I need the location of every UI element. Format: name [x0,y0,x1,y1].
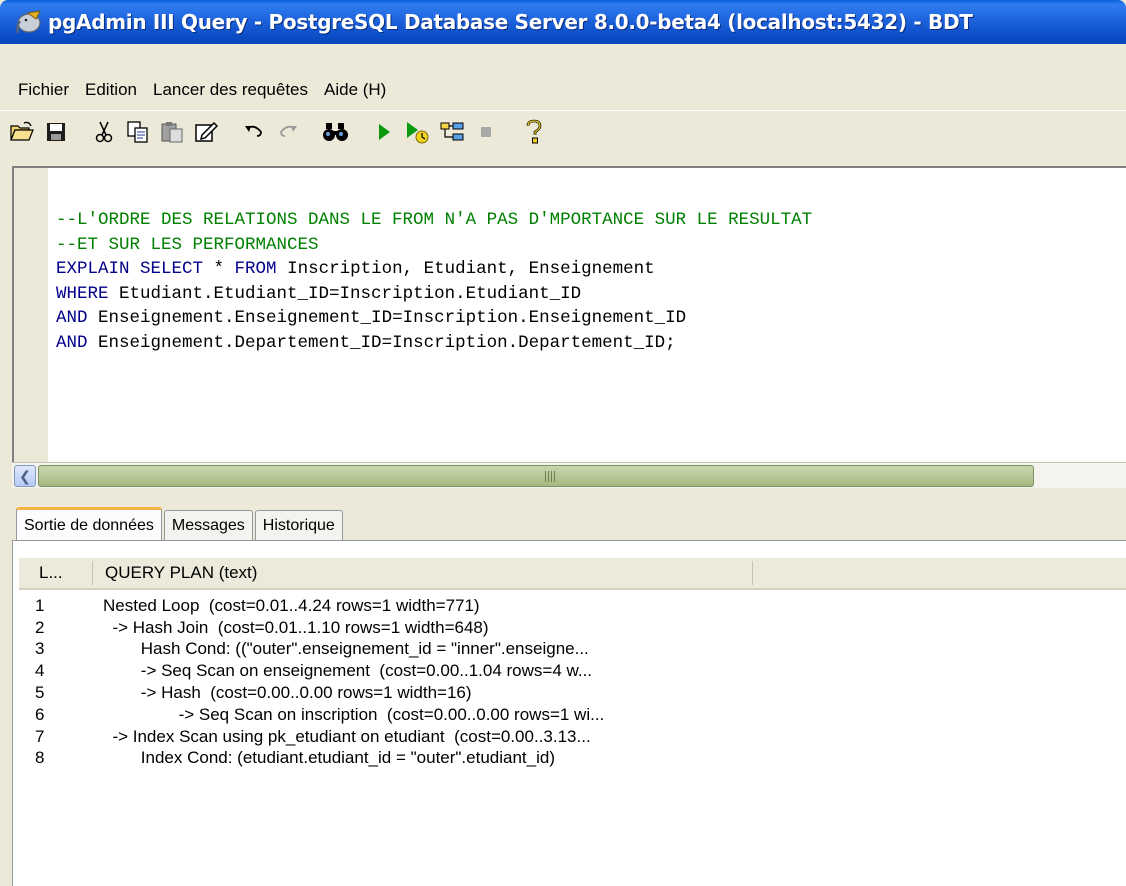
sql-keyword: FROM [234,259,277,279]
redo-icon[interactable] [274,118,302,146]
open-icon[interactable] [8,118,36,146]
row-number: 6 [35,704,45,724]
sql-editor[interactable]: --L'ORDRE DES RELATIONS DANS LE FROM N'A… [12,166,1126,462]
sql-text: Enseignement.Enseignement_ID=Inscription… [87,308,687,328]
row-number: 5 [35,683,45,703]
menu-aide[interactable]: Aide (H) [316,80,394,100]
result-rows: 1 Nested Loop (cost=0.01..4.24 rows=1 wid… [13,595,1126,769]
sql-text: Enseignement.Departement_ID=Inscription.… [87,332,676,353]
cut-icon[interactable] [90,118,118,146]
explain-icon[interactable] [404,118,432,146]
copy-icon[interactable] [124,118,152,146]
row-number: 7 [35,726,45,746]
sql-keyword: AND [56,332,88,353]
menu-edition[interactable]: Edition [77,80,145,100]
find-icon[interactable] [322,118,350,146]
menu-bar: Fichier Edition Lancer des requêtes Aide… [0,44,1126,108]
query-plan-cell: Hash Cond: (("outer".enseignement_id = "… [103,639,589,659]
code-line[interactable]: WHERE Etudiant.Etudiant_ID=Inscription.E… [56,282,812,307]
code-line[interactable]: AND Enseignement.Departement_ID=Inscript… [56,331,812,356]
query-plan-cell: -> Index Scan using pk_etudiant on etudi… [103,726,591,746]
execute-icon[interactable] [370,118,398,146]
help-icon[interactable] [520,118,548,146]
sql-keyword: WHERE [56,283,109,304]
tab-sortie-de-donnees[interactable]: Sortie de données [16,507,162,541]
menu-lancer-requetes[interactable]: Lancer des requêtes [145,80,316,100]
code-line[interactable]: --L'ORDRE DES RELATIONS DANS LE FROM N'A… [56,208,812,233]
window-title: pgAdmin III Query - PostgreSQL Database … [48,10,973,34]
sql-text: * [203,259,235,279]
edit-icon[interactable] [192,118,220,146]
undo-icon[interactable] [240,118,268,146]
code-line[interactable]: AND Enseignement.Enseignement_ID=Inscrip… [56,306,812,331]
scroll-left-arrow-icon[interactable]: ❮ [14,465,36,487]
tab-messages[interactable]: Messages [163,510,253,540]
query-plan-cell: -> Seq Scan on inscription (cost=0.00..0… [103,704,605,724]
sql-keyword: EXPLAIN SELECT [56,259,204,279]
table-row[interactable]: 1 Nested Loop (cost=0.01..4.24 rows=1 wid… [13,595,1126,617]
table-row[interactable]: 3 Hash Cond: (("outer".enseignement_id =… [13,639,1126,661]
row-number: 3 [35,639,45,659]
column-header-query-plan[interactable]: QUERY PLAN (text) [93,561,753,585]
code-line[interactable]: EXPLAIN SELECT * FROM Inscription, Etudi… [56,257,812,282]
sql-comment: --L'ORDRE DES RELATIONS DANS LE FROM N'A… [56,210,813,230]
query-plan-cell: Nested Loop (cost=0.01..4.24 rows=1 widt… [103,595,480,615]
sql-code[interactable]: --L'ORDRE DES RELATIONS DANS LE FROM N'A… [56,208,812,355]
sql-keyword: AND [56,308,88,328]
row-number: 1 [35,595,45,615]
table-row[interactable]: 7 -> Index Scan using pk_etudiant on etu… [13,726,1126,748]
scrollbar-grip [545,471,557,482]
row-number: 8 [35,748,45,768]
table-row[interactable]: 8 Index Cond: (etudiant.etudiant_id = "o… [13,748,1126,770]
grid-header: L... QUERY PLAN (text) [19,558,1126,590]
code-line[interactable]: --ET SUR LES PERFORMANCES [56,233,812,258]
column-header-line[interactable]: L... [19,561,93,585]
sql-text: Etudiant.Etudiant_ID=Inscription.Etudian… [108,283,582,304]
tab-historique[interactable]: Historique [254,510,343,540]
save-icon[interactable] [42,118,70,146]
scrollbar-thumb[interactable] [38,465,1034,487]
table-row[interactable]: 4 -> Seq Scan on enseignement (cost=0.00… [13,660,1126,682]
table-row[interactable]: 6 -> Seq Scan on inscription (cost=0.00.… [13,704,1126,726]
execute-to-file-icon[interactable] [438,118,466,146]
pgadmin-elephant-icon [14,9,42,35]
table-row[interactable]: 2 -> Hash Join (cost=0.01..1.10 rows=1 w… [13,617,1126,639]
query-plan-cell: -> Hash Join (cost=0.01..1.10 rows=1 wid… [103,617,489,637]
editor-horizontal-scrollbar[interactable]: ❮ [12,462,1126,488]
table-row[interactable]: 5 -> Hash (cost=0.00..0.00 rows=1 width=… [13,682,1126,704]
query-plan-cell: -> Hash (cost=0.00..0.00 rows=1 width=16… [103,683,472,703]
row-number: 4 [35,661,45,681]
editor-margin [14,168,48,462]
menu-fichier[interactable]: Fichier [10,80,77,100]
title-bar[interactable]: pgAdmin III Query - PostgreSQL Database … [0,0,1126,44]
toolbar [0,110,1126,152]
results-grid[interactable]: L... QUERY PLAN (text) 1 Nested Loop (cos… [12,540,1126,886]
stop-icon[interactable] [472,118,500,146]
paste-icon[interactable] [158,118,186,146]
row-number: 2 [35,617,45,637]
sql-comment: --ET SUR LES PERFORMANCES [56,234,319,255]
sql-text: Inscription, Etudiant, Enseignement [276,259,655,279]
query-plan-cell: -> Seq Scan on enseignement (cost=0.00..… [103,661,593,681]
output-tabs: Sortie de données Messages Historique [16,504,345,541]
query-plan-cell: Index Cond: (etudiant.etudiant_id = "out… [103,748,556,768]
